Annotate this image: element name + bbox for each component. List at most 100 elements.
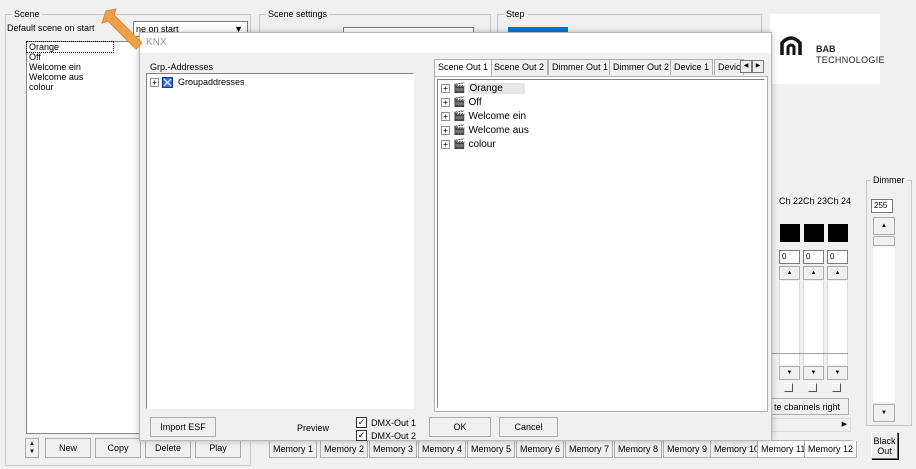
delete-scene-button[interactable]: Delete	[145, 438, 191, 458]
dimmer-down-button[interactable]: ▼	[873, 404, 895, 422]
memory-tab-11[interactable]: Memory 11	[757, 441, 810, 458]
memory-tab-7[interactable]: Memory 7	[565, 441, 614, 458]
channel-color-23	[804, 224, 824, 242]
tab-scene-out-2[interactable]: Scene Out 2	[490, 59, 549, 75]
play-scene-button[interactable]: Play	[195, 438, 241, 458]
copy-scene-button[interactable]: Copy	[95, 438, 141, 458]
grp-addresses-tree[interactable]: + Groupaddresses	[146, 73, 414, 409]
arrow-right-icon[interactable]: ▶	[842, 420, 847, 428]
cancel-button[interactable]: Cancel	[499, 417, 558, 437]
dimmer-up-button[interactable]: ▲	[873, 217, 895, 235]
memory-tab-6[interactable]: Memory 6	[516, 441, 565, 458]
memory-tab-10[interactable]: Memory 10	[710, 441, 764, 458]
channel-header-22: Ch 22	[779, 196, 804, 206]
channel-down-24[interactable]: ▼	[827, 366, 848, 380]
expand-icon[interactable]: +	[441, 97, 450, 107]
tab-scroll-right-button[interactable]: ▶	[752, 60, 764, 73]
scene-tree-node-welcome-aus[interactable]: + 🎬 Welcome aus	[441, 123, 529, 137]
channel-value-22[interactable]: 0	[779, 250, 800, 264]
scene-settings-title: Scene settings	[266, 9, 330, 20]
dmx-out2-checkbox[interactable]: ✓	[356, 430, 367, 441]
arrow-left-icon: ◀	[743, 63, 749, 69]
channel-checkbox-23[interactable]	[808, 383, 817, 392]
channel-up-24[interactable]: ▲	[827, 266, 848, 280]
update-channels-right-button[interactable]: te cbannels right	[768, 398, 849, 415]
memory-tab-strip: Memory 1 Memory 2 Memory 3 Memory 4 Memo…	[259, 440, 858, 460]
scene-list-item[interactable]: Welcome ein	[27, 62, 143, 72]
arrow-down-icon: ▼	[810, 370, 817, 376]
scene-tree-node-orange[interactable]: + 🎬 Orange	[441, 81, 525, 95]
dmx-out2-label: DMX-Out 2	[371, 430, 417, 441]
memory-tab-1[interactable]: Memory 1	[269, 441, 318, 458]
import-esf-button[interactable]: Import ESF	[150, 417, 216, 437]
channel-value-24[interactable]: 0	[827, 250, 848, 264]
tab-dimmer-out-2[interactable]: Dimmer Out 2	[609, 59, 674, 75]
arrow-down-icon: ▼	[834, 370, 841, 376]
scene-spinner[interactable]: ▲ ▼	[25, 438, 39, 458]
arrow-up-icon: ▲	[810, 270, 817, 276]
clapperboard-icon: 🎬	[453, 96, 466, 108]
scene-tree[interactable]: + 🎬 Orange + 🎬 Off + 🎬 Welcome ein + 🎬 W…	[437, 79, 765, 408]
tab-scene-out-1[interactable]: Scene Out 1	[434, 59, 493, 76]
scene-tree-node-colour[interactable]: + 🎬 colour	[441, 137, 496, 151]
clapperboard-icon: 🎬	[453, 82, 466, 94]
arrow-down-icon: ▼	[881, 410, 887, 416]
dimmer-value-field[interactable]: 255	[871, 199, 893, 213]
tab-device-1[interactable]: Device 1	[670, 59, 714, 75]
knx-dialog-titlebar[interactable]: KNX	[140, 33, 771, 53]
expand-icon[interactable]: +	[150, 77, 159, 87]
channel-up-22[interactable]: ▲	[779, 266, 800, 280]
groupaddress-icon	[162, 76, 173, 88]
tab-scroll-left-button[interactable]: ◀	[740, 60, 752, 73]
expand-icon[interactable]: +	[441, 125, 450, 135]
memory-tab-3[interactable]: Memory 3	[369, 441, 418, 458]
pointer-arrow-icon	[101, 8, 143, 50]
scene-tree-label: Orange	[468, 82, 525, 94]
memory-tab-12[interactable]: Memory 12	[804, 441, 858, 458]
dmx-out2-option[interactable]: ✓ DMX-Out 2	[356, 430, 416, 441]
scene-tree-label: colour	[468, 138, 496, 150]
blackout-line2: Out	[877, 445, 892, 456]
scene-tree-node-off[interactable]: + 🎬 Off	[441, 95, 482, 109]
horizontal-scrollbar[interactable]: ▶	[765, 418, 851, 432]
tab-device-2-label: Devic	[718, 62, 741, 72]
scene-tree-node-welcome-ein[interactable]: + 🎬 Welcome ein	[441, 109, 526, 123]
new-scene-button[interactable]: New	[45, 438, 91, 458]
channel-color-22	[780, 224, 800, 242]
preview-label: Preview	[297, 423, 330, 433]
channel-checkbox-24[interactable]	[832, 383, 841, 392]
tab-dimmer-out-1[interactable]: Dimmer Out 1	[548, 59, 613, 75]
channel-down-22[interactable]: ▼	[779, 366, 800, 380]
scene-list-item[interactable]: Off	[27, 52, 143, 62]
expand-icon[interactable]: +	[441, 111, 450, 121]
clapperboard-icon: 🎬	[453, 124, 466, 136]
blackout-line1: Black	[873, 435, 896, 446]
channel-down-23[interactable]: ▼	[803, 366, 824, 380]
dimmer-slider-track[interactable]	[873, 247, 895, 402]
memory-tab-5[interactable]: Memory 5	[467, 441, 516, 458]
channel-value-23[interactable]: 0	[803, 250, 824, 264]
memory-tab-8[interactable]: Memory 8	[614, 441, 663, 458]
scene-list-item[interactable]: Welcome aus	[27, 72, 143, 82]
memory-tab-9[interactable]: Memory 9	[663, 441, 712, 458]
clapperboard-icon: 🎬	[453, 138, 466, 150]
memory-tab-2[interactable]: Memory 2	[320, 441, 369, 458]
expand-icon[interactable]: +	[441, 139, 450, 149]
expand-icon[interactable]: +	[441, 83, 450, 93]
dmx-out1-checkbox[interactable]: ✓	[356, 417, 367, 428]
scene-list[interactable]: Orange Off Welcome ein Welcome aus colou…	[26, 41, 144, 434]
channel-header-23: Ch 23	[803, 196, 828, 206]
dmx-out1-option[interactable]: ✓ DMX-Out 1	[356, 417, 416, 428]
channel-up-23[interactable]: ▲	[803, 266, 824, 280]
tree-node-groupaddresses[interactable]: + Groupaddresses	[150, 75, 245, 89]
arrow-down-icon: ▼	[786, 370, 793, 376]
arrow-up-icon: ▲	[834, 270, 841, 276]
blackout-button[interactable]: Black Out	[871, 432, 898, 459]
dimmer-slider-thumb[interactable]	[873, 236, 895, 246]
memory-tab-4[interactable]: Memory 4	[418, 441, 467, 458]
channel-header-24: Ch 24	[827, 196, 852, 206]
ok-button[interactable]: OK	[429, 417, 491, 437]
channel-checkbox-22[interactable]	[784, 383, 793, 392]
scene-list-item[interactable]: colour	[27, 82, 143, 92]
grp-addresses-label: Grp.-Addresses	[150, 62, 214, 72]
